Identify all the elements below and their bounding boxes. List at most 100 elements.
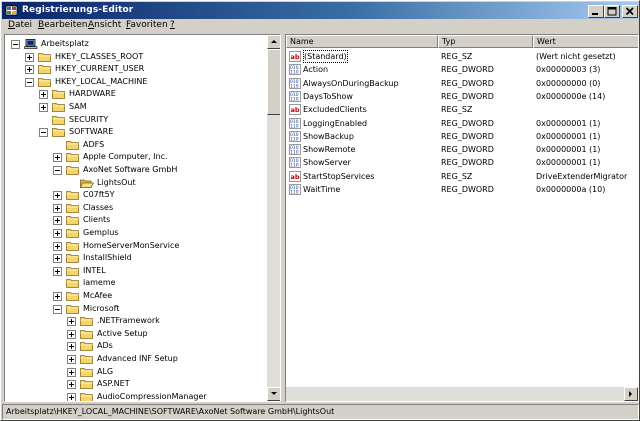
tree-node[interactable]: AudioCompressionManager xyxy=(67,390,260,401)
value-row[interactable]: ab (Standard) REG_SZ (Wert nicht gesetzt) xyxy=(286,50,638,63)
tree-scroll-thumb[interactable] xyxy=(267,49,280,115)
svg-text:110: 110 xyxy=(290,70,299,76)
value-type: REG_DWORD xyxy=(441,131,494,141)
expand-plus-icon[interactable] xyxy=(25,65,34,75)
tree-node[interactable]: .NETFramework xyxy=(67,314,260,327)
expand-plus-icon[interactable] xyxy=(53,241,62,251)
tree-node[interactable]: ADs xyxy=(67,339,260,352)
menu-help[interactable]: ? xyxy=(170,20,175,32)
tree-scroll-down-button[interactable] xyxy=(267,387,280,401)
collapse-minus-icon[interactable] xyxy=(39,128,48,138)
tree-node[interactable]: ASP.NET xyxy=(67,377,260,390)
value-row[interactable]: 010 110 ShowBackup REG_DWORD 0x00000001 (1) xyxy=(286,130,638,143)
tree-vertical-scrollbar[interactable] xyxy=(267,35,280,401)
collapse-minus-icon[interactable] xyxy=(53,166,62,175)
tree-node[interactable]: Classes xyxy=(53,201,260,214)
folder-icon xyxy=(38,65,51,75)
expand-plus-icon[interactable] xyxy=(67,329,76,339)
menu-ansicht[interactable]: Ansicht xyxy=(88,20,121,32)
expand-plus-icon[interactable] xyxy=(53,229,62,238)
values-pane[interactable]: Name Typ Wert ab (Standard) REG_SZ (Wert ni… xyxy=(285,34,639,402)
tree-node[interactable]: Advanced INF Setup xyxy=(67,352,260,365)
tree-node[interactable]: HKEY_CLASSES_ROOT xyxy=(25,50,260,63)
tree-node-label: ADFS xyxy=(83,139,105,149)
dword-value-icon: 010110 xyxy=(289,77,301,89)
close-button[interactable] xyxy=(622,5,638,18)
value-row[interactable]: 010 110 DaysToShow REG_DWORD 0x0000000e (14) xyxy=(286,90,638,103)
tree-node[interactable]: SAM xyxy=(39,100,260,113)
expand-plus-icon[interactable] xyxy=(67,342,76,352)
tree-node[interactable]: HKEY_CURRENT_USER xyxy=(25,62,260,75)
tree-node[interactable]: McAfee xyxy=(53,289,260,302)
tree-node[interactable]: HARDWARE xyxy=(39,87,260,100)
tree-node[interactable]: Gemplus xyxy=(53,226,260,239)
value-row[interactable]: 010 110 ShowRemote REG_DWORD 0x00000001 (1) xyxy=(286,143,638,156)
expand-plus-icon[interactable] xyxy=(53,254,62,264)
collapse-minus-icon[interactable] xyxy=(53,304,62,314)
expand-plus-icon[interactable] xyxy=(25,52,34,62)
tree-node-label: ASP.NET xyxy=(97,379,130,389)
expand-plus-icon[interactable] xyxy=(67,367,76,377)
expand-plus-icon[interactable] xyxy=(53,216,62,226)
dword-value-icon: 010110 xyxy=(289,157,301,168)
tree-node[interactable]: SOFTWARE xyxy=(39,125,260,138)
tree-node[interactable]: HKEY_LOCAL_MACHINE xyxy=(25,75,260,88)
column-header-name[interactable]: Name xyxy=(286,35,438,48)
tree-node[interactable]: Microsoft xyxy=(53,302,260,315)
column-header-data[interactable]: Wert xyxy=(533,35,638,48)
tree-node[interactable]: Apple Computer, Inc. xyxy=(53,150,260,163)
values-scroll-right-button[interactable] xyxy=(624,387,638,401)
value-row[interactable]: ab ExcludedClients REG_SZ xyxy=(286,103,638,116)
title-bar[interactable]: Registrierungs-Editor xyxy=(2,2,638,19)
expand-plus-icon[interactable] xyxy=(67,392,76,401)
value-row[interactable]: 010 110 AlwaysOnDuringBackup REG_DWORD 0x000… xyxy=(286,77,638,90)
expand-plus-icon[interactable] xyxy=(53,266,62,276)
tree-node[interactable]: C07ft5Y xyxy=(53,188,260,201)
tree-node[interactable]: SECURITY xyxy=(39,113,260,126)
value-row[interactable]: 010 110 WaitTime REG_DWORD 0x0000000a (10) xyxy=(286,183,638,196)
expand-plus-icon[interactable] xyxy=(53,191,62,201)
collapse-minus-icon[interactable] xyxy=(11,40,20,49)
value-row[interactable]: 010 110 ShowServer REG_DWORD 0x00000001 (1) xyxy=(286,156,638,169)
tree-node[interactable]: lameme xyxy=(53,276,260,289)
menu-favoriten[interactable]: Favoriten xyxy=(126,20,168,32)
key-tree-pane[interactable]: Arbeitsplatz HKEY_CLASSES_ROOT HKEY_CURREN… xyxy=(4,34,281,402)
collapse-minus-icon[interactable] xyxy=(25,77,34,87)
tree-node-label: HKEY_LOCAL_MACHINE xyxy=(55,76,148,86)
value-row[interactable]: 010 110 Action REG_DWORD 0x00000003 (3) xyxy=(286,63,638,76)
folder-icon xyxy=(66,254,79,264)
arrow-up-icon xyxy=(271,40,277,43)
expand-plus-icon[interactable] xyxy=(67,355,76,364)
tree-node[interactable]: ALG xyxy=(67,365,260,378)
value-row[interactable]: ab StartStopServices REG_SZ DriveExtenderMi… xyxy=(286,170,638,183)
expand-plus-icon[interactable] xyxy=(53,153,62,163)
tree-node[interactable]: INTEL xyxy=(53,264,260,277)
menu-datei[interactable]: Datei xyxy=(8,20,32,32)
values-horizontal-scrollbar[interactable] xyxy=(286,387,638,401)
tree-node[interactable]: LightsOut xyxy=(67,176,260,189)
tree-node[interactable]: Clients xyxy=(53,213,260,226)
tree-node[interactable]: AxoNet Software GmbH xyxy=(53,163,260,176)
maximize-button[interactable] xyxy=(604,5,620,18)
tree-node[interactable]: Active Setup xyxy=(67,327,260,340)
tree-node-label: HKEY_CURRENT_USER xyxy=(55,64,145,74)
regedit-app-icon xyxy=(5,5,18,16)
value-row[interactable]: 010 110 LoggingEnabled REG_DWORD 0x00000001 … xyxy=(286,117,638,130)
svg-text:ab: ab xyxy=(291,173,300,181)
tree-node[interactable]: Arbeitsplatz xyxy=(11,37,260,50)
tree-node-label: HKEY_CLASSES_ROOT xyxy=(55,51,144,61)
tree-scroll-up-button[interactable] xyxy=(267,35,280,49)
expand-plus-icon[interactable] xyxy=(67,380,76,390)
minimize-button[interactable] xyxy=(588,5,604,18)
expand-plus-icon[interactable] xyxy=(39,103,48,112)
expand-plus-icon[interactable] xyxy=(39,90,48,100)
folder-icon xyxy=(80,380,93,390)
tree-node[interactable]: InstallShield xyxy=(53,251,260,264)
menu-bearbeiten[interactable]: Bearbeiten xyxy=(38,20,87,32)
column-header-type[interactable]: Typ xyxy=(438,35,533,48)
expand-plus-icon[interactable] xyxy=(67,317,76,327)
expand-plus-icon[interactable] xyxy=(53,292,62,301)
tree-node[interactable]: HomeServerMonService xyxy=(53,239,260,252)
expand-plus-icon[interactable] xyxy=(53,203,62,213)
tree-node[interactable]: ADFS xyxy=(53,138,260,151)
